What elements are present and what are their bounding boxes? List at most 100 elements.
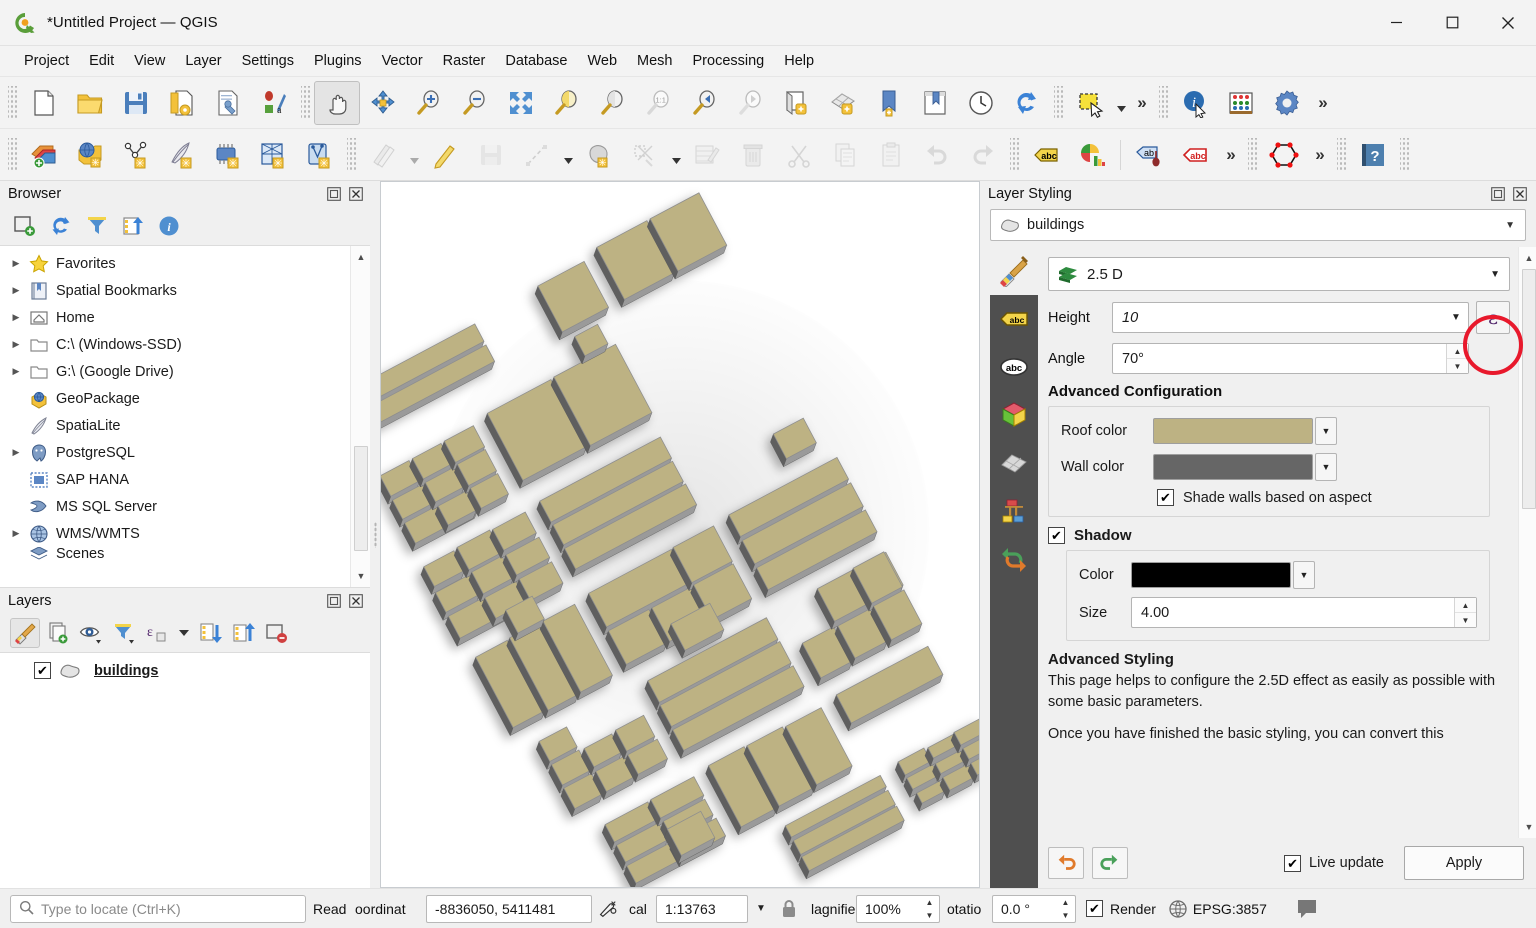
symbology-tab[interactable] <box>990 247 1038 295</box>
magnifier-spinner[interactable]: ▲▼ <box>920 896 939 922</box>
browser-item-wms-wmts[interactable]: ▶ WMS/WMTS <box>0 520 370 547</box>
toolbar2-overflow-1[interactable]: » <box>1218 133 1244 177</box>
browser-item-spatialite[interactable]: SpatiaLite <box>0 412 370 439</box>
save-project-icon[interactable] <box>113 81 159 125</box>
new-3d-map-view-icon[interactable] <box>820 81 866 125</box>
data-defined-override-button[interactable]: ε <box>1476 301 1510 334</box>
select-features-dropdown[interactable] <box>1113 81 1129 125</box>
modify-attributes-icon[interactable] <box>622 133 668 177</box>
shade-walls-checkbox[interactable]: ✔ <box>1157 489 1174 506</box>
help-icon[interactable]: ? <box>1350 133 1396 177</box>
scale-dropdown-icon[interactable]: ▼ <box>748 903 774 914</box>
open-project-icon[interactable] <box>67 81 113 125</box>
layer-styling-close-button[interactable] <box>1511 186 1528 203</box>
masks-tab[interactable]: abc <box>990 343 1038 391</box>
add-delimited-text-icon[interactable]: ✳ <box>251 133 297 177</box>
toggle-editing-icon[interactable] <box>422 133 468 177</box>
shadow-color-dropdown[interactable]: ▼ <box>1293 561 1315 589</box>
roof-color-swatch[interactable] <box>1153 418 1313 444</box>
filter-legend-icon[interactable] <box>109 618 139 648</box>
browser-item-favorites[interactable]: ▶ Favorites <box>0 250 370 277</box>
browser-tree[interactable]: ▶ Favorites ▶ Spatial Bookmarks ▶ <box>0 245 370 588</box>
add-group-icon[interactable] <box>43 618 73 648</box>
layer-styling-scroll-area[interactable]: 2.5 D ▼ Height 10 ▼ <box>1038 247 1536 838</box>
options-icon[interactable] <box>1264 81 1310 125</box>
spin-up-icon[interactable]: ▲ <box>1455 598 1476 613</box>
live-update-checkbox[interactable]: ✔ <box>1284 855 1301 872</box>
pin-labels-icon[interactable]: ab <box>1126 133 1172 177</box>
3d-view-tab[interactable] <box>990 391 1038 439</box>
toolbar-grip-2[interactable] <box>301 86 310 120</box>
menu-help[interactable]: Help <box>774 50 824 72</box>
menu-mesh[interactable]: Mesh <box>627 50 682 72</box>
rotation-spinner[interactable]: ▲▼ <box>1056 896 1075 922</box>
node-tool-icon[interactable] <box>1261 133 1307 177</box>
layer-selector-combo[interactable]: buildings ▼ <box>990 209 1526 241</box>
spin-down-icon[interactable]: ▼ <box>1447 359 1468 373</box>
toolbar2-grip-6[interactable] <box>1400 138 1409 172</box>
rotation-field[interactable]: 0.0 ° ▲▼ <box>992 895 1076 923</box>
spin-down-icon[interactable]: ▼ <box>920 909 939 922</box>
layers-float-button[interactable] <box>325 593 342 610</box>
coordinate-field[interactable]: -8836050, 5411481 <box>426 895 592 923</box>
copy-features-icon[interactable] <box>822 133 868 177</box>
magnifier-field[interactable]: 100% ▲▼ <box>856 895 940 923</box>
menu-database[interactable]: Database <box>495 50 577 72</box>
add-feature-dropdown[interactable] <box>560 133 576 177</box>
locate-input[interactable]: Type to locate (Ctrl+K) <box>41 901 181 917</box>
temporal-controller-icon[interactable] <box>958 81 1004 125</box>
vertex-tool-icon[interactable]: ✳ <box>576 133 622 177</box>
toolbar2-overflow-2[interactable]: » <box>1307 133 1333 177</box>
toolbar2-grip-4[interactable] <box>1248 138 1257 172</box>
wall-color-dropdown[interactable]: ▼ <box>1315 453 1337 481</box>
undo-icon[interactable] <box>914 133 960 177</box>
menu-settings[interactable]: Settings <box>232 50 304 72</box>
left-splitter[interactable] <box>370 181 380 888</box>
browser-item-scenes[interactable]: Scenes <box>0 547 370 561</box>
show-bookmarks-icon[interactable] <box>912 81 958 125</box>
height-input[interactable]: 10 ▼ <box>1112 302 1469 333</box>
zoom-out-icon[interactable] <box>452 81 498 125</box>
browser-item-c-drive[interactable]: ▶ C:\ (Windows-SSD) <box>0 331 370 358</box>
spin-up-icon[interactable]: ▲ <box>920 896 939 909</box>
maximize-button[interactable] <box>1424 0 1480 46</box>
layer-styling-scroll-thumb[interactable] <box>1522 269 1536 509</box>
apply-button[interactable]: Apply <box>1404 846 1524 880</box>
shadow-checkbox[interactable]: ✔ <box>1048 527 1065 544</box>
minimize-button[interactable] <box>1368 0 1424 46</box>
refresh-icon[interactable] <box>1004 81 1050 125</box>
open-layer-styling-icon[interactable] <box>10 618 40 648</box>
layer-styling-scrollbar[interactable]: ▲ ▼ <box>1518 247 1536 838</box>
toolbar-grip[interactable] <box>8 86 17 120</box>
messages-icon[interactable] <box>1292 898 1322 920</box>
redo-icon[interactable] <box>960 133 1006 177</box>
menu-web[interactable]: Web <box>577 50 627 72</box>
layers-list[interactable]: ✔ buildings <box>0 652 370 888</box>
render-checkbox[interactable]: ✔ <box>1086 900 1103 917</box>
cut-features-icon[interactable] <box>776 133 822 177</box>
menu-plugins[interactable]: Plugins <box>304 50 372 72</box>
toolbar-overflow-1[interactable]: » <box>1129 81 1155 125</box>
shadow-size-input[interactable]: 4.00 ▲ ▼ <box>1131 597 1477 628</box>
scale-field[interactable]: 1:13763 <box>656 895 748 923</box>
angle-input[interactable]: 70° ▲ ▼ <box>1112 343 1469 374</box>
locate-bar[interactable]: Type to locate (Ctrl+K) <box>10 895 306 923</box>
manage-visibility-icon[interactable] <box>76 618 106 648</box>
browser-collapse-all-icon[interactable] <box>118 211 148 241</box>
expand-arrow-icon[interactable]: ▶ <box>6 447 26 458</box>
save-as-project-icon[interactable] <box>159 81 205 125</box>
zoom-full-icon[interactable] <box>498 81 544 125</box>
menu-project[interactable]: Project <box>14 50 79 72</box>
spin-down-icon[interactable]: ▼ <box>1056 909 1075 922</box>
menu-processing[interactable]: Processing <box>683 50 775 72</box>
add-virtual-layer-icon[interactable]: ✳ <box>297 133 343 177</box>
add-spatialite-layer-icon[interactable]: ✳ <box>159 133 205 177</box>
toolbar2-grip-2[interactable] <box>347 138 356 172</box>
highlight-labels-icon[interactable]: abc <box>1172 133 1218 177</box>
collapse-all-icon[interactable] <box>229 618 259 648</box>
chevron-down-icon[interactable]: ▼ <box>1505 220 1521 231</box>
undo-redo-tab[interactable] <box>990 535 1038 583</box>
menu-raster[interactable]: Raster <box>433 50 496 72</box>
wall-color-swatch[interactable] <box>1153 454 1313 480</box>
browser-filter-icon[interactable] <box>82 211 112 241</box>
